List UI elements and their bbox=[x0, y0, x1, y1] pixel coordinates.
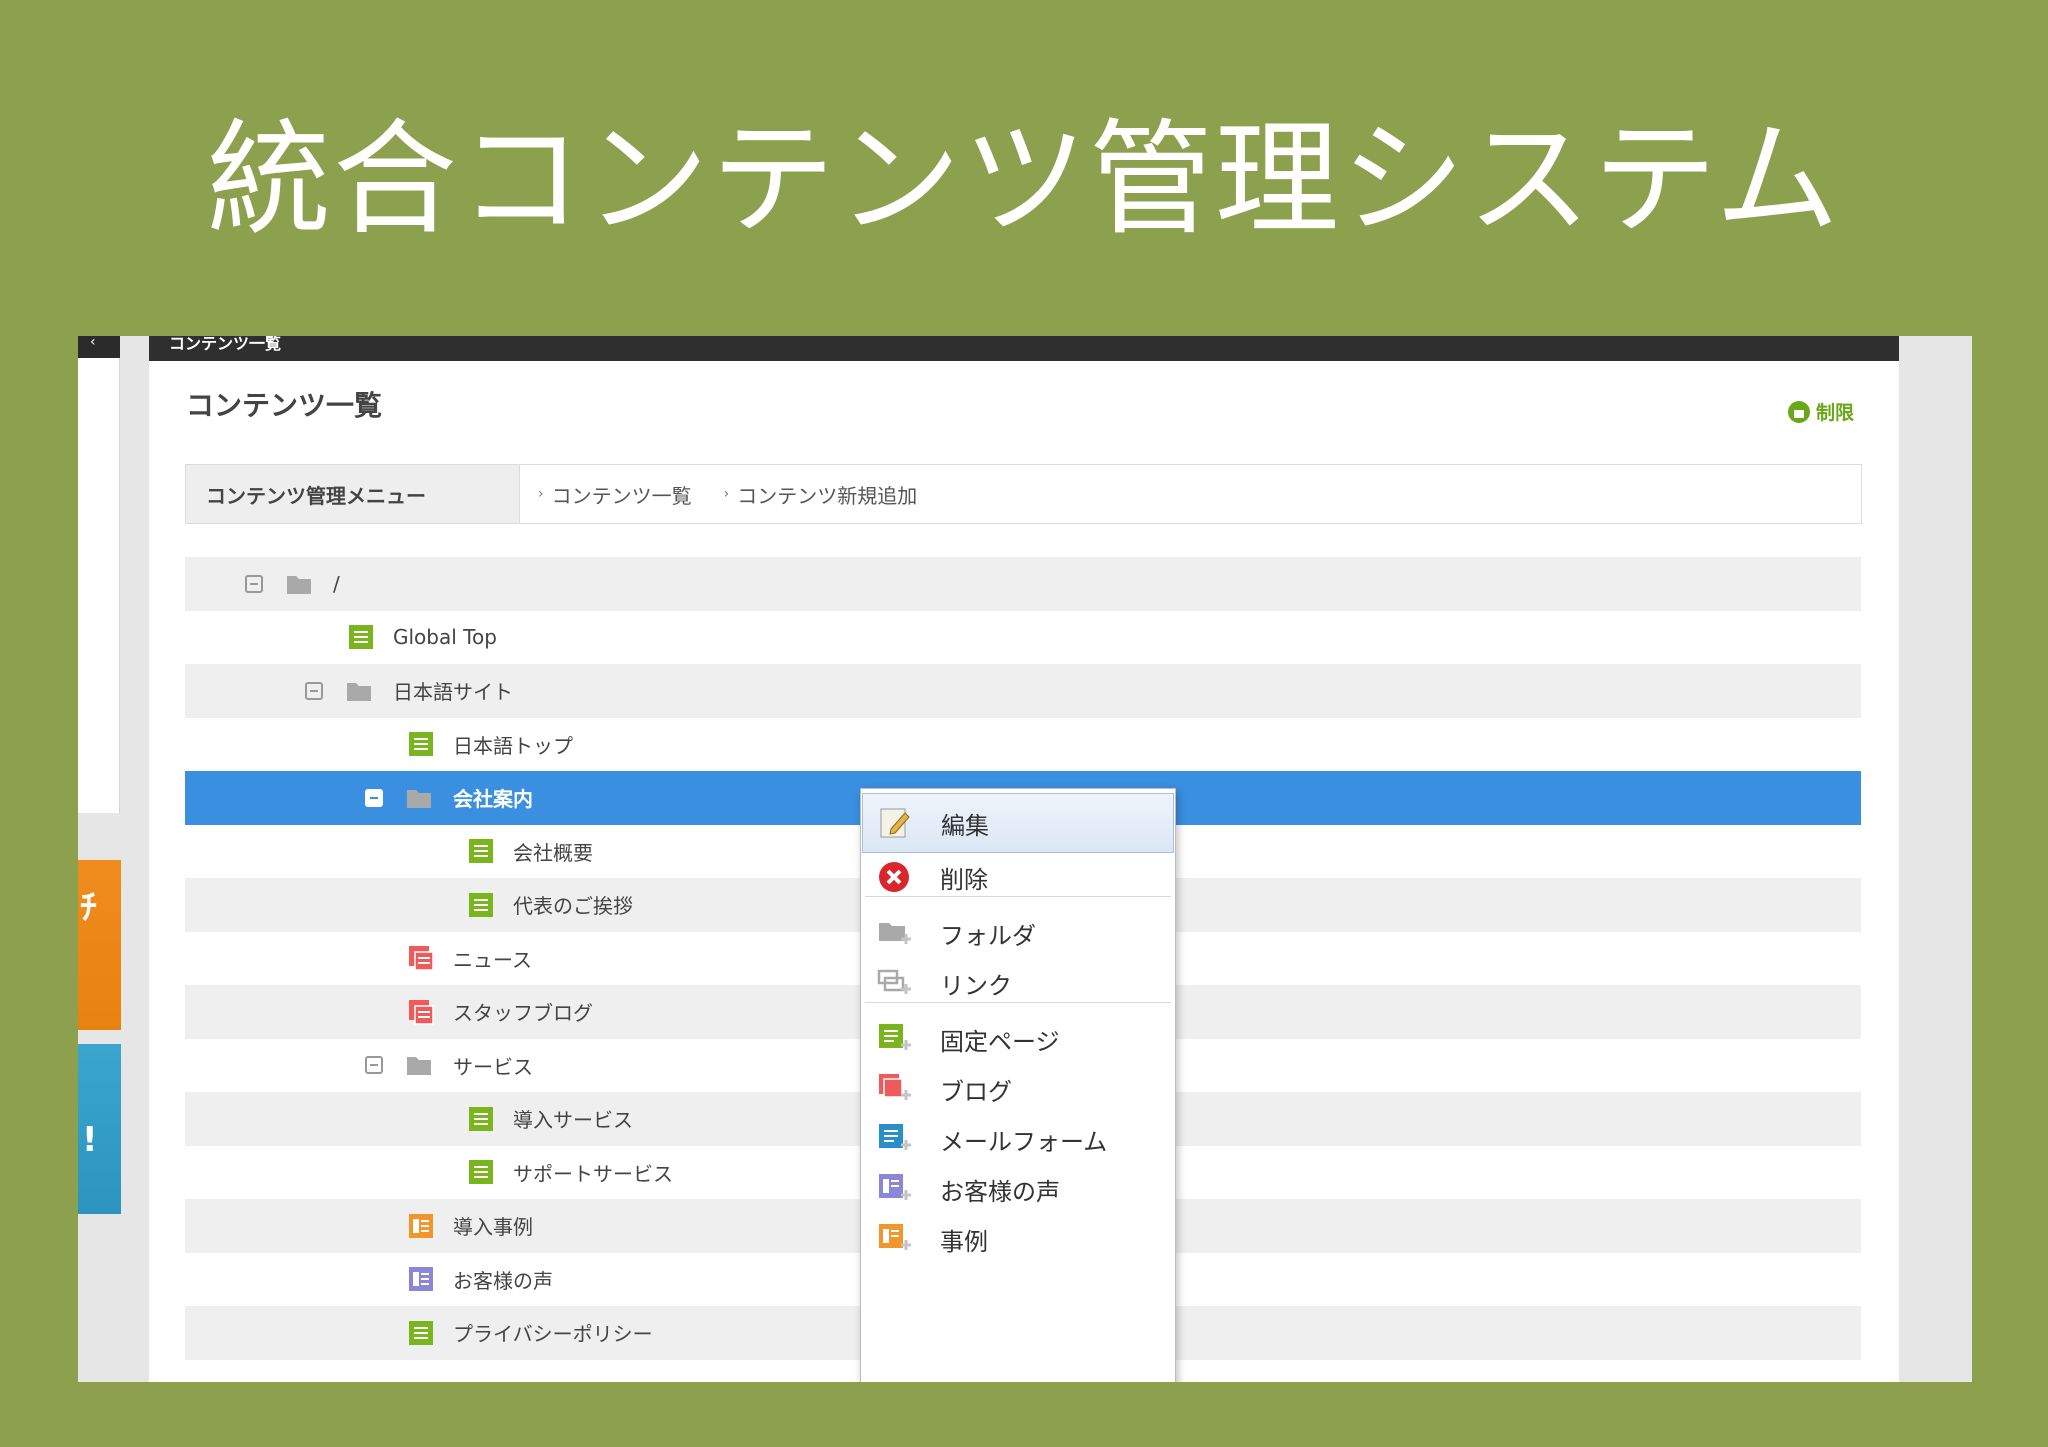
folder-icon bbox=[405, 784, 433, 812]
context-menu-label: ブログ bbox=[940, 1077, 1012, 1106]
context-menu-label: 事例 bbox=[940, 1227, 988, 1256]
blog-icon-red bbox=[407, 998, 435, 1026]
tree-item-label: サービス bbox=[453, 1054, 533, 1079]
tree-item-label: ニュース bbox=[453, 947, 532, 972]
page-icon-green bbox=[407, 1319, 435, 1347]
arrow-right-icon: › bbox=[538, 486, 544, 502]
voice-icon-purple bbox=[407, 1265, 435, 1293]
tree-item-label: 会社案内 bbox=[453, 787, 533, 812]
context-menu-label: リンク bbox=[940, 971, 1012, 1000]
left-sidebar bbox=[78, 336, 120, 813]
menu-link-label: コンテンツ新規追加 bbox=[737, 483, 918, 508]
alert-bubble-icon: ! bbox=[82, 1120, 98, 1160]
context-menu-label: メールフォーム bbox=[940, 1127, 1108, 1156]
context-menu-item[interactable]: 削除 bbox=[862, 847, 1174, 907]
page-icon-green bbox=[467, 1158, 495, 1186]
folder-icon bbox=[345, 677, 373, 705]
delete-icon bbox=[876, 859, 912, 895]
content-menu-title: コンテンツ管理メニュー bbox=[186, 465, 520, 523]
page-icon-green bbox=[347, 623, 375, 651]
menu-link-list[interactable]: › コンテンツ一覧 bbox=[538, 465, 692, 523]
add-folder-icon bbox=[876, 915, 912, 951]
context-menu-label: お客様の声 bbox=[940, 1177, 1060, 1206]
add-link-icon bbox=[876, 965, 912, 1001]
context-menu-label: フォルダ bbox=[940, 921, 1036, 950]
add-mailform-icon bbox=[876, 1121, 912, 1157]
case-icon-orange bbox=[407, 1212, 435, 1240]
main-panel: コンテンツ一覧 コンテンツ一覧 制限 コンテンツ管理メニュー › コンテンツ一覧… bbox=[149, 336, 1899, 1382]
collapse-toggle-icon[interactable] bbox=[365, 1056, 383, 1075]
collapse-toggle-icon[interactable] bbox=[365, 788, 383, 807]
add-page-icon bbox=[876, 1021, 912, 1057]
folder-icon bbox=[285, 570, 313, 598]
tree-item-label: スタッフブログ bbox=[453, 1001, 593, 1026]
tree-item-label: 会社概要 bbox=[513, 840, 593, 865]
context-menu-item[interactable]: リンク bbox=[862, 953, 1174, 1013]
page-icon-green bbox=[407, 730, 435, 758]
lock-icon bbox=[1787, 400, 1810, 423]
add-blog-icon bbox=[876, 1071, 912, 1107]
left-topbar: ‹ bbox=[78, 336, 120, 358]
tree-item-label: 導入サービス bbox=[513, 1108, 633, 1133]
add-case-icon bbox=[876, 1221, 912, 1257]
menu-link-label: コンテンツ一覧 bbox=[551, 483, 692, 508]
context-menu-item[interactable]: 事例 bbox=[862, 1209, 1174, 1269]
app-screenshot: ‹ ﾁ ! コンテンツ一覧 コンテンツ一覧 制限 コンテンツ管理メニュー › コ… bbox=[78, 336, 1972, 1382]
page-icon-green bbox=[467, 1105, 495, 1133]
add-voice-icon bbox=[876, 1171, 912, 1207]
tree-item-label: プライバシーポリシー bbox=[453, 1322, 653, 1347]
mascot-icon: ﾁ bbox=[80, 888, 97, 928]
tree-row[interactable]: Global Top bbox=[185, 611, 1861, 665]
context-menu-label: 固定ページ bbox=[940, 1027, 1060, 1056]
collapse-toggle-icon[interactable] bbox=[245, 574, 263, 593]
context-menu: 編集削除フォルダリンク固定ページブログメールフォーム お客様の声事例 bbox=[860, 788, 1176, 1382]
breadcrumb-bar: コンテンツ一覧 bbox=[149, 336, 1899, 361]
tree-item-label: / bbox=[333, 571, 340, 596]
context-menu-item[interactable]: 編集 bbox=[862, 793, 1174, 853]
tree-row[interactable]: / bbox=[185, 557, 1861, 611]
tree-row[interactable]: 日本語サイト bbox=[185, 664, 1861, 718]
tree-row[interactable]: 日本語トップ bbox=[185, 718, 1861, 772]
restrict-button[interactable]: 制限 bbox=[1787, 398, 1854, 425]
arrow-right-icon: › bbox=[723, 486, 730, 502]
tree-item-label: サポートサービス bbox=[513, 1161, 673, 1186]
edit-icon bbox=[877, 805, 913, 841]
folder-icon bbox=[405, 1051, 433, 1079]
tree-item-label: 日本語サイト bbox=[393, 680, 513, 705]
page-title: コンテンツ一覧 bbox=[186, 389, 383, 422]
tree-item-label: 日本語トップ bbox=[453, 733, 573, 758]
menu-link-add[interactable]: › コンテンツ新規追加 bbox=[724, 465, 918, 523]
tree-item-label: お客様の声 bbox=[453, 1268, 553, 1293]
tree-item-label: 代表のご挨拶 bbox=[513, 894, 633, 919]
promo-banner-orange[interactable]: ﾁ bbox=[78, 860, 121, 1030]
context-menu-label: 編集 bbox=[941, 811, 989, 840]
blog-icon-red bbox=[407, 944, 435, 972]
chevron-left-icon[interactable]: ‹ bbox=[90, 336, 96, 350]
collapse-toggle-icon[interactable] bbox=[305, 681, 323, 700]
tree-item-label: Global Top bbox=[393, 625, 497, 650]
restrict-label: 制限 bbox=[1815, 402, 1854, 424]
menu-separator bbox=[865, 896, 1171, 897]
menu-separator bbox=[865, 1002, 1171, 1003]
tree-item-label: 導入事例 bbox=[453, 1215, 533, 1240]
promo-banner-blue[interactable]: ! bbox=[78, 1044, 121, 1214]
page-icon-green bbox=[467, 837, 495, 865]
hero-title: 統合コンテンツ管理システム bbox=[206, 108, 1842, 252]
content-menu-bar: コンテンツ管理メニュー › コンテンツ一覧 › コンテンツ新規追加 bbox=[185, 464, 1862, 524]
page-icon-green bbox=[467, 891, 495, 919]
context-menu-label: 削除 bbox=[940, 865, 988, 894]
breadcrumb-title: コンテンツ一覧 bbox=[169, 336, 282, 353]
